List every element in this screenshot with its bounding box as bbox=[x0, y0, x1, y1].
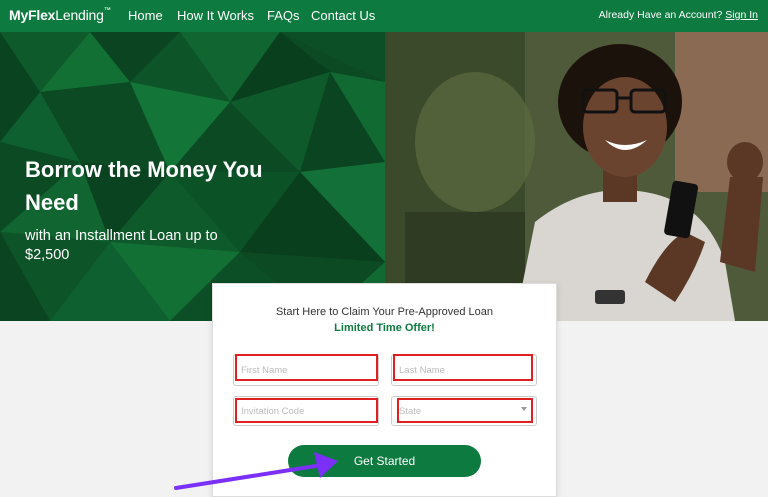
brand-name-bold: MyFlex bbox=[9, 7, 56, 23]
brand-logo[interactable]: MyFlexLending™ bbox=[9, 7, 111, 23]
account-text: Already Have an Account? bbox=[598, 9, 723, 21]
state-field[interactable]: State bbox=[391, 396, 537, 426]
first-name-input[interactable] bbox=[234, 355, 378, 385]
loan-claim-form: Start Here to Claim Your Pre-Approved Lo… bbox=[212, 283, 557, 497]
get-started-button[interactable]: Get Started bbox=[288, 445, 481, 477]
woman-with-phone-image bbox=[385, 32, 768, 321]
last-name-field[interactable] bbox=[391, 354, 537, 386]
hero-title: Borrow the Money You Need bbox=[25, 157, 263, 215]
state-select[interactable]: State bbox=[392, 397, 536, 425]
nav-link-home[interactable]: Home bbox=[128, 8, 163, 23]
nav-link-how-it-works[interactable]: How It Works bbox=[177, 8, 254, 23]
sign-in-link[interactable]: Sign In bbox=[725, 9, 758, 21]
hero-photo bbox=[385, 32, 768, 321]
chevron-down-icon bbox=[521, 407, 527, 411]
brand-trademark: ™ bbox=[103, 7, 111, 14]
hero-subtitle: with an Installment Loan up to $2,500 bbox=[25, 228, 218, 263]
brand-name-regular: Lending bbox=[55, 7, 104, 23]
form-heading: Start Here to Claim Your Pre-Approved Lo… bbox=[275, 306, 494, 318]
invitation-code-field[interactable] bbox=[233, 396, 379, 426]
nav-link-contact-us[interactable]: Contact Us bbox=[311, 8, 375, 23]
nav-link-faqs[interactable]: FAQs bbox=[267, 8, 300, 23]
top-navbar: MyFlexLending™ Home How It Works FAQs Co… bbox=[0, 0, 768, 32]
account-prompt: Already Have an Account? Sign In bbox=[599, 9, 758, 21]
limited-offer-text: Limited Time Offer! bbox=[334, 322, 435, 334]
hero-banner: Borrow the Money You Need with an Instal… bbox=[0, 32, 385, 321]
last-name-input[interactable] bbox=[392, 355, 536, 385]
first-name-field[interactable] bbox=[233, 354, 379, 386]
invitation-code-input[interactable] bbox=[234, 397, 378, 425]
